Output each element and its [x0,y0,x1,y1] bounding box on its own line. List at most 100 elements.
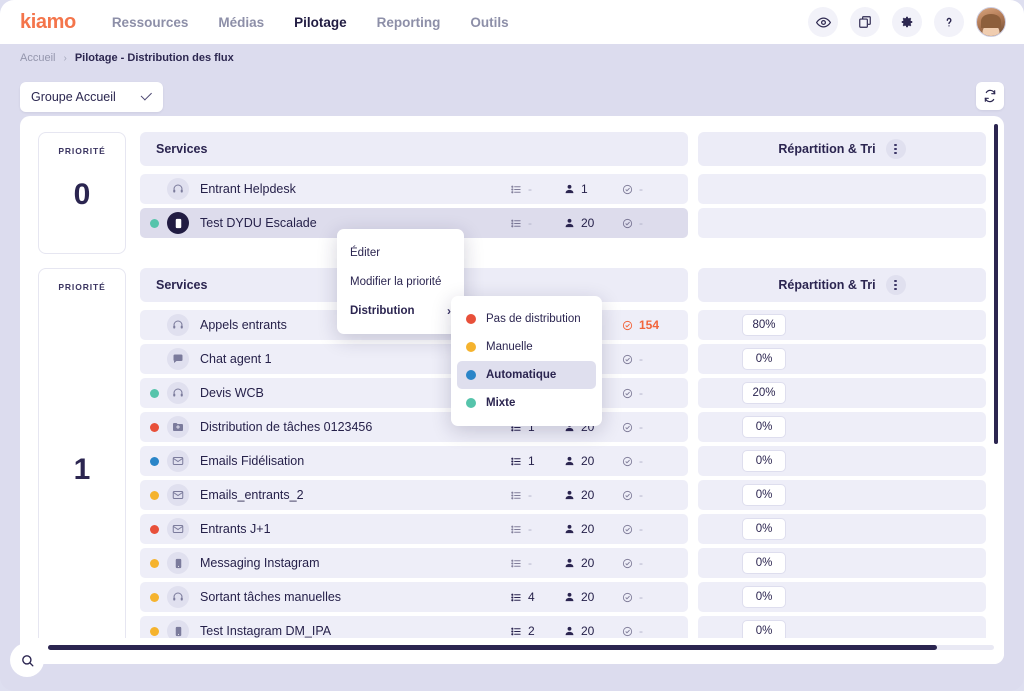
repartition-percent[interactable]: 80% [742,314,786,336]
context-menu-item[interactable]: Éditer [337,238,464,267]
list-count-cell: 1 [510,454,564,468]
repartition-options-button[interactable] [885,275,906,295]
distribution-option-label: Manuelle [486,341,533,353]
repartition-row [698,174,986,204]
waiting-count-cell: 154 [622,318,674,332]
agent-count-value: 20 [581,216,595,230]
repartition-header-label: Répartition & Tri [778,278,876,292]
table-row[interactable]: Messaging Instagram - 20 - [140,548,688,578]
table-row[interactable]: Test Instagram DM_IPA 2 20 - [140,616,688,638]
repartition-row: 0% [698,344,986,374]
repartition-options-button[interactable] [885,139,906,159]
list-count-value: - [528,182,532,196]
agent-count-value: 20 [581,556,595,570]
repartition-table: Répartition & Tri [698,132,986,254]
nav-item-ressources[interactable]: Ressources [112,15,189,30]
agent-count-value: 20 [581,522,595,536]
breadcrumb: Accueil › Pilotage - Distribution des fl… [0,44,1024,72]
table-row[interactable]: Devis WCB - 20 - [140,378,688,408]
repartition-percent[interactable]: 0% [742,416,786,438]
envelope-icon [167,518,189,540]
context-menu-item[interactable]: Modifier la priorité [337,267,464,296]
search-button[interactable] [10,643,44,677]
repartition-row: 0% [698,412,986,442]
list-count-cell: - [510,182,564,196]
repartition-header: Répartition & Tri [698,268,986,302]
list-count-cell: 2 [510,624,564,638]
status-dot [150,388,159,398]
service-name: Emails Fidélisation [200,454,305,468]
envelope-icon [167,484,189,506]
group-tables: Services Entrant Helpdesk - 1 - Test DYD… [140,132,986,254]
vertical-scrollbar[interactable] [994,124,998,444]
distribution-option[interactable]: Mixte [457,389,596,417]
windows-icon[interactable] [850,7,880,37]
nav-item-reporting[interactable]: Reporting [377,15,441,30]
breadcrumb-home[interactable]: Accueil [20,52,55,64]
repartition-percent[interactable]: 20% [742,382,786,404]
folder-plus-icon [167,416,189,438]
nav-item-pilotage[interactable]: Pilotage [294,15,347,30]
table-row[interactable]: Entrant Helpdesk - 1 - [140,174,688,204]
card-footer [20,638,1004,664]
distribution-option[interactable]: Pas de distribution [457,305,596,333]
eye-icon[interactable] [808,7,838,37]
context-menu-item[interactable]: Distribution › [337,296,464,325]
repartition-header: Répartition & Tri [698,132,986,166]
table-row[interactable]: Entrants J+1 - 20 - [140,514,688,544]
horizontal-scrollbar-thumb[interactable] [48,645,938,650]
table-row[interactable]: Emails Fidélisation 1 20 - [140,446,688,476]
headset-icon [167,314,189,336]
group-select[interactable]: Groupe Accueil [20,82,163,112]
table-row[interactable]: Sortant tâches manuelles 4 20 - [140,582,688,612]
distribution-option[interactable]: Automatique [457,361,596,389]
waiting-count-value: - [639,590,643,604]
priority-value: 0 [73,178,91,211]
priority-group: PRIORITÉ 0 Services Entrant Helpdesk - 1… [38,132,986,254]
agent-count-cell: 20 [564,488,622,502]
repartition-row: 20% [698,378,986,408]
waiting-count-value: - [639,420,643,434]
list-count-value: - [528,488,532,502]
avatar[interactable] [976,7,1006,37]
status-dot [150,422,159,432]
repartition-percent[interactable]: 0% [742,552,786,574]
gear-icon[interactable] [892,7,922,37]
horizontal-scrollbar-track[interactable] [48,645,994,650]
status-dot [150,321,159,330]
list-count-value: 2 [528,624,535,638]
kiamo-logo[interactable]: kiamo [20,11,76,34]
service-name: Entrants J+1 [200,522,271,536]
repartition-percent[interactable]: 0% [742,348,786,370]
agent-count-cell: 20 [564,556,622,570]
status-dot [150,185,159,194]
waiting-count-cell: - [622,216,674,230]
list-count-value: - [528,522,532,536]
breadcrumb-separator: › [63,52,67,64]
status-dot [150,558,159,568]
distribution-option-label: Mixte [486,397,516,409]
headset-icon [167,178,189,200]
distribution-option-label: Pas de distribution [486,313,581,325]
table-row[interactable]: Distribution de tâches 0123456 1 20 - [140,412,688,442]
waiting-count-cell: - [622,556,674,570]
table-row[interactable]: Chat agent 1 - 20 - [140,344,688,374]
distribution-color-dot [466,370,476,380]
nav-item-mdias[interactable]: Médias [218,15,264,30]
repartition-percent[interactable]: 0% [742,620,786,638]
refresh-button[interactable] [976,82,1004,110]
priority-label: PRIORITÉ [58,282,106,292]
help-icon[interactable] [934,7,964,37]
distribution-option[interactable]: Manuelle [457,333,596,361]
agent-count-value: 1 [581,182,588,196]
table-row[interactable]: Emails_entrants_2 - 20 - [140,480,688,510]
list-count-value: - [528,556,532,570]
repartition-percent[interactable]: 0% [742,484,786,506]
waiting-count-value: - [639,522,643,536]
nav-item-outils[interactable]: Outils [470,15,508,30]
waiting-count-cell: - [622,522,674,536]
repartition-percent[interactable]: 0% [742,450,786,472]
repartition-percent[interactable]: 0% [742,586,786,608]
toolbar: Groupe Accueil [0,72,1024,112]
repartition-percent[interactable]: 0% [742,518,786,540]
